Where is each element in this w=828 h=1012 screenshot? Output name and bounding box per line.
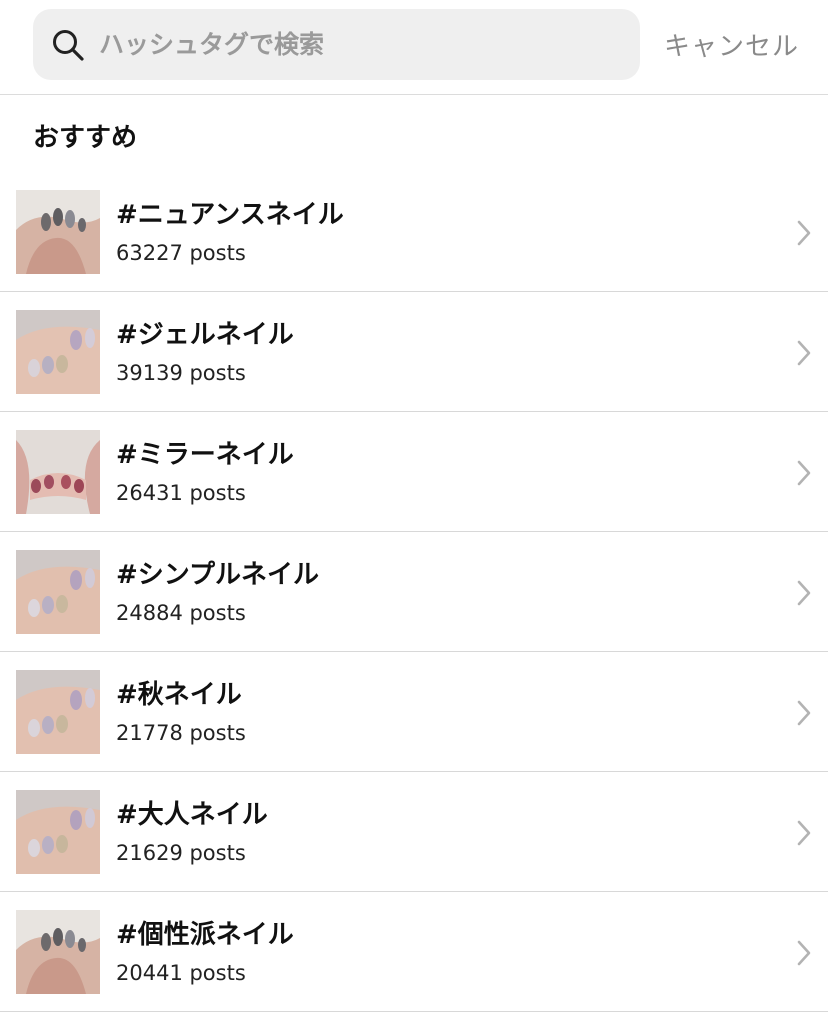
cancel-button[interactable]: キャンセル bbox=[664, 26, 799, 63]
hashtag-post-count: 21629 posts bbox=[116, 841, 246, 865]
nail-photo-thumbnail bbox=[16, 790, 100, 874]
hashtag-post-count: 20441 posts bbox=[116, 961, 246, 985]
hashtag-row[interactable]: #ジェルネイル 39139 posts bbox=[0, 292, 828, 412]
chevron-right-icon bbox=[797, 460, 811, 486]
hashtag-post-count: 21778 posts bbox=[116, 721, 246, 745]
nail-photo-thumbnail bbox=[16, 670, 100, 754]
chevron-right-icon bbox=[797, 700, 811, 726]
hashtag-post-count: 26431 posts bbox=[116, 481, 246, 505]
chevron-right-icon bbox=[797, 580, 811, 606]
hashtag-name: #ミラーネイル bbox=[116, 440, 294, 470]
nail-photo-thumbnail bbox=[16, 310, 100, 394]
hashtag-name: #ジェルネイル bbox=[116, 320, 294, 350]
hashtag-name: #シンプルネイル bbox=[116, 560, 320, 590]
hashtag-row[interactable]: #シンプルネイル 24884 posts bbox=[0, 532, 828, 652]
hashtag-post-count: 63227 posts bbox=[116, 241, 246, 265]
search-icon bbox=[53, 30, 84, 61]
hashtag-row[interactable]: #個性派ネイル 20441 posts bbox=[0, 892, 828, 1012]
chevron-right-icon bbox=[797, 220, 811, 246]
hashtag-name: #個性派ネイル bbox=[116, 920, 294, 950]
chevron-right-icon bbox=[797, 340, 811, 366]
search-bar[interactable] bbox=[33, 9, 640, 80]
section-title-recommended: おすすめ bbox=[33, 123, 138, 153]
search-input[interactable] bbox=[99, 9, 619, 80]
search-header: キャンセル bbox=[0, 0, 828, 95]
hashtag-row[interactable]: #大人ネイル 21629 posts bbox=[0, 772, 828, 892]
chevron-right-icon bbox=[797, 820, 811, 846]
hashtag-name: #大人ネイル bbox=[116, 800, 268, 830]
nail-photo-thumbnail bbox=[16, 190, 100, 274]
hashtag-name: #秋ネイル bbox=[116, 680, 242, 710]
hashtag-post-count: 24884 posts bbox=[116, 601, 246, 625]
hashtag-row[interactable]: #ニュアンスネイル 63227 posts bbox=[0, 172, 828, 292]
chevron-right-icon bbox=[797, 940, 811, 966]
hashtag-row[interactable]: #ミラーネイル 26431 posts bbox=[0, 412, 828, 532]
hashtag-post-count: 39139 posts bbox=[116, 361, 246, 385]
nail-photo-thumbnail bbox=[16, 910, 100, 994]
nail-photo-thumbnail bbox=[16, 550, 100, 634]
hashtag-row[interactable]: #秋ネイル 21778 posts bbox=[0, 652, 828, 772]
hashtag-list: #ニュアンスネイル 63227 posts #ジェルネイル 39139 post… bbox=[0, 172, 828, 1012]
hashtag-name: #ニュアンスネイル bbox=[116, 200, 344, 230]
nail-photo-thumbnail bbox=[16, 430, 100, 514]
